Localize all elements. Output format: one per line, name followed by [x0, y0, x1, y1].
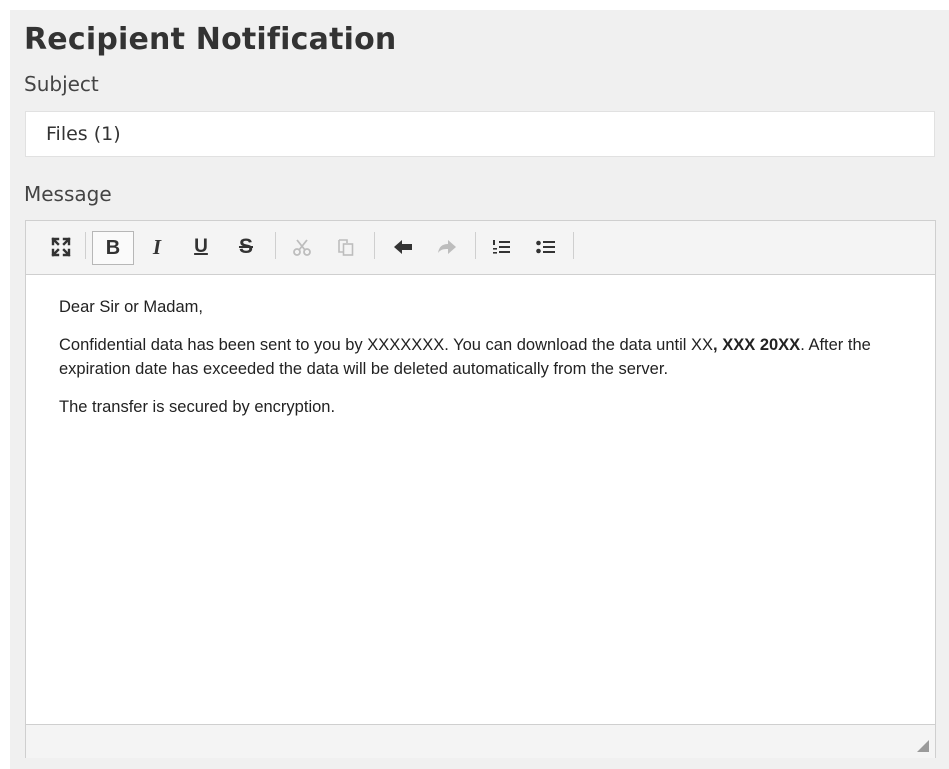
numbered-list-icon [493, 240, 510, 254]
message-editor: B I U S Dear Sir or Madam, Confidential … [25, 220, 936, 758]
message-bold-date: , XXX 20XX [713, 336, 801, 354]
undo-button[interactable] [389, 233, 417, 261]
strikethrough-button[interactable]: S [233, 233, 259, 261]
undo-icon [394, 240, 412, 254]
message-paragraph: Confidential data has been sent to you b… [59, 333, 913, 381]
fullscreen-button[interactable] [48, 233, 74, 261]
subject-label: Subject [24, 72, 99, 96]
paste-button[interactable] [333, 233, 359, 261]
scissors-icon [293, 239, 311, 256]
editor-statusbar [26, 724, 935, 758]
italic-button[interactable]: I [144, 233, 170, 261]
fullscreen-icon [51, 237, 71, 257]
page-title: Recipient Notification [24, 22, 397, 57]
recipient-notification-panel: Recipient Notification Subject Message B [10, 10, 949, 769]
subject-input[interactable] [25, 111, 935, 157]
message-body[interactable]: Dear Sir or Madam, Confidential data has… [26, 275, 935, 723]
italic-icon: I [152, 234, 162, 259]
toolbar-separator [85, 232, 86, 259]
underline-icon: U [194, 236, 208, 257]
bulleted-list-button[interactable] [533, 233, 559, 261]
redo-icon [438, 240, 456, 254]
bulleted-list-icon [536, 240, 555, 254]
paste-icon [338, 239, 354, 256]
underline-button[interactable]: U [188, 233, 214, 261]
cut-button[interactable] [289, 233, 315, 261]
redo-button[interactable] [433, 233, 461, 261]
bold-button[interactable]: B [92, 231, 134, 265]
toolbar-separator [374, 232, 375, 259]
toolbar-separator [475, 232, 476, 259]
bold-icon: B [105, 236, 121, 259]
message-text: Confidential data has been sent to you b… [59, 336, 714, 354]
toolbar-separator [573, 232, 574, 259]
message-closing: The transfer is secured by encryption. [59, 398, 336, 416]
numbered-list-button[interactable] [489, 233, 515, 261]
resize-handle-icon[interactable] [917, 740, 929, 752]
message-greeting: Dear Sir or Madam, [59, 298, 203, 316]
editor-toolbar: B I U S [26, 221, 935, 275]
message-label: Message [24, 182, 112, 206]
strikethrough-icon: S [238, 235, 253, 258]
toolbar-separator [275, 232, 276, 259]
